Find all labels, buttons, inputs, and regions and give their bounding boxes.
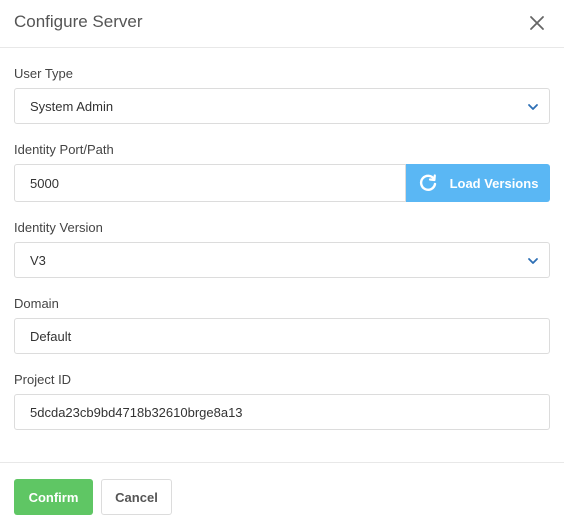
identity-port-value: 5000 [30, 175, 59, 191]
configure-server-dialog: Configure Server User Type System Admin … [0, 0, 564, 530]
identity-version-select[interactable]: V3 [14, 242, 550, 278]
identity-version-label: Identity Version [14, 220, 103, 235]
project-id-value: 5dcda23cb9bd4718b32610brge8a13 [30, 404, 243, 420]
close-icon[interactable] [528, 14, 546, 32]
load-versions-label: Load Versions [449, 175, 539, 191]
cancel-button[interactable]: Cancel [101, 479, 172, 515]
user-type-select[interactable]: System Admin [14, 88, 550, 124]
identity-version-value: V3 [30, 252, 46, 268]
domain-input[interactable]: Default [14, 318, 550, 354]
user-type-value: System Admin [30, 98, 114, 114]
load-versions-button[interactable]: Load Versions [406, 164, 550, 202]
project-id-input[interactable]: 5dcda23cb9bd4718b32610brge8a13 [14, 394, 550, 430]
domain-label: Domain [14, 296, 59, 311]
dialog-footer: Confirm Cancel [0, 462, 564, 531]
refresh-icon [419, 174, 436, 191]
identity-port-input[interactable]: 5000 [14, 164, 406, 202]
dialog-header: Configure Server [0, 0, 564, 48]
dialog-title: Configure Server [14, 12, 143, 31]
domain-value: Default [30, 328, 72, 344]
project-id-label: Project ID [14, 372, 72, 387]
chevron-down-icon [528, 258, 538, 264]
identity-port-label: Identity Port/Path [14, 142, 114, 157]
user-type-label: User Type [14, 66, 74, 81]
chevron-down-icon [528, 104, 538, 110]
confirm-button[interactable]: Confirm [14, 479, 93, 515]
